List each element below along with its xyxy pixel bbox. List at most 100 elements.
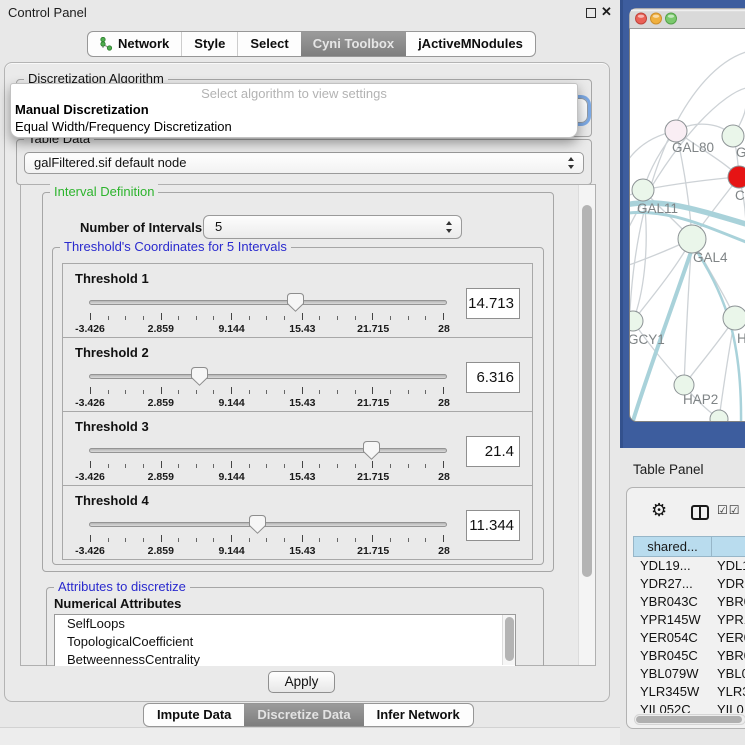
tick-mark — [302, 313, 303, 320]
node-label: GAL4 — [693, 250, 728, 265]
tick-mark — [161, 461, 162, 468]
spinner-arrows-icon — [446, 221, 453, 233]
table-row[interactable]: YLR345WYLR3 — [633, 683, 745, 701]
bottom-margin — [0, 728, 620, 745]
network-view[interactable]: GAL80GCGAL11GAL4GCY1HHAP2 — [620, 0, 745, 448]
tick-mark — [125, 316, 126, 320]
tick-label: 2.859 — [148, 545, 174, 557]
threshold-2-slider[interactable]: -3.4262.8599.14415.4321.71528 — [89, 366, 447, 410]
slider-thumb[interactable] — [191, 367, 208, 386]
tab-label: Select — [250, 32, 288, 56]
tab-network[interactable]: Network — [88, 32, 181, 56]
group-title: Attributes to discretize — [54, 579, 190, 595]
tick-mark — [408, 316, 409, 320]
gear-icon[interactable]: ⚙ — [651, 501, 667, 519]
combo-arrows-icon — [568, 157, 575, 169]
threshold-2-value-field[interactable]: 6.316 — [466, 362, 520, 393]
tick-mark — [266, 464, 267, 468]
node-label: C — [735, 188, 745, 203]
network-node-c[interactable] — [728, 166, 745, 188]
tick-mark — [319, 464, 320, 468]
threshold-3-value-field[interactable]: 21.4 — [466, 436, 520, 467]
vertical-scrollbar[interactable] — [578, 185, 595, 665]
tick-mark — [408, 538, 409, 542]
tick-mark — [425, 538, 426, 542]
table-row[interactable]: YBR045CYBR0 — [633, 647, 745, 665]
close-icon[interactable]: ✕ — [601, 4, 612, 20]
column-header-name[interactable]: n — [711, 536, 745, 557]
minimize-traffic-light[interactable] — [651, 13, 662, 24]
tick-label: 2.859 — [148, 323, 174, 335]
number-of-intervals-spinner[interactable]: 5 — [203, 215, 462, 239]
list-item[interactable]: BetweennessCentrality — [55, 651, 515, 666]
table-cell: YBR0 — [712, 593, 745, 611]
horizontal-scrollbar[interactable] — [634, 714, 745, 725]
scrollbar-thumb[interactable] — [636, 716, 742, 723]
algorithm-dropdown-popup: Select algorithm to view settings Manual… — [10, 83, 578, 138]
slider-track[interactable] — [89, 374, 447, 379]
list-scrollbar[interactable] — [502, 615, 515, 665]
slider-track[interactable] — [89, 300, 447, 305]
tick-mark — [161, 387, 162, 394]
table-row[interactable]: YDL19...YDL1 — [633, 557, 745, 575]
table-row[interactable]: YPR145WYPR1 — [633, 611, 745, 629]
columns-icon[interactable] — [691, 505, 709, 520]
tick-label: 21.715 — [357, 545, 389, 557]
scrollbar-thumb[interactable] — [505, 617, 514, 661]
list-item[interactable]: SelfLoops — [55, 615, 515, 633]
table-cell: YIL052C — [633, 701, 712, 713]
tab-jactivemnodules[interactable]: jActiveMNodules — [406, 32, 535, 56]
table-row[interactable]: YBR043CYBR0 — [633, 593, 745, 611]
tick-mark — [443, 313, 444, 320]
threshold-4-slider[interactable]: -3.4262.8599.14415.4321.71528 — [89, 514, 447, 558]
tab-style[interactable]: Style — [181, 32, 237, 56]
slider-track[interactable] — [89, 448, 447, 453]
scrollbar-thumb[interactable] — [582, 205, 592, 577]
slider-thumb[interactable] — [363, 441, 380, 460]
numerical-attributes-list[interactable]: SelfLoops TopologicalCoefficient Between… — [54, 614, 516, 666]
slider-thumb[interactable] — [287, 293, 304, 312]
table-data-combobox[interactable]: galFiltered.sif default node — [24, 152, 584, 174]
number-of-intervals-label: Number of Intervals — [80, 220, 202, 235]
slider-thumb[interactable] — [249, 515, 266, 534]
zoom-traffic-light[interactable] — [666, 13, 677, 24]
dropdown-option-manual-discretization[interactable]: Manual Discretization — [11, 101, 577, 118]
tick-mark — [302, 535, 303, 542]
tab-discretize-data[interactable]: Discretize Data — [244, 704, 363, 726]
dropdown-option-equal-width[interactable]: Equal Width/Frequency Discretization — [11, 118, 577, 135]
threshold-4-row: Threshold 4 -3.4262.8599.14415.4321.7152… — [62, 485, 533, 560]
tick-label: 2.859 — [148, 471, 174, 483]
network-node-gal80[interactable] — [665, 120, 687, 142]
tick-mark — [390, 464, 391, 468]
threshold-4-value-field[interactable]: 11.344 — [466, 510, 520, 541]
slider-track[interactable] — [89, 522, 447, 527]
tab-infer-network[interactable]: Infer Network — [364, 704, 473, 726]
tick-mark — [90, 535, 91, 542]
threshold-3-slider[interactable]: -3.4262.8599.14415.4321.71528 — [89, 440, 447, 484]
float-window-icon[interactable] — [586, 8, 596, 18]
threshold-1-slider[interactable]: -3.4262.8599.14415.4321.71528 — [89, 292, 447, 336]
network-node-gal11[interactable] — [632, 179, 654, 201]
tab-cyni-toolbox[interactable]: Cyni Toolbox — [301, 32, 406, 56]
tab-impute-data[interactable]: Impute Data — [144, 704, 244, 726]
table-row[interactable]: YER054CYER0 — [633, 629, 745, 647]
tab-label: jActiveMNodules — [418, 32, 523, 56]
tab-select[interactable]: Select — [237, 32, 300, 56]
table-row[interactable]: YBL079WYBL0 — [633, 665, 745, 683]
close-traffic-light[interactable] — [636, 13, 647, 24]
table-row[interactable]: YDR27...YDR2 — [633, 575, 745, 593]
network-node-g[interactable] — [722, 125, 744, 147]
network-node-gal4[interactable] — [678, 225, 706, 253]
list-item[interactable]: TopologicalCoefficient — [55, 633, 515, 651]
column-header-shared-name[interactable]: shared... — [633, 536, 712, 557]
apply-button[interactable]: Apply — [268, 671, 335, 693]
checkbox-icons[interactable]: ☑☑ — [717, 503, 741, 517]
table-row[interactable]: YIL052CYIL0 — [633, 701, 745, 713]
threshold-1-value-field[interactable]: 14.713 — [466, 288, 520, 319]
network-node-h[interactable] — [723, 306, 745, 330]
threshold-2-row: Threshold 2 -3.4262.8599.14415.4321.7152… — [62, 337, 533, 412]
tick-mark — [337, 316, 338, 320]
table-cell: YDL1 — [712, 557, 745, 575]
table-cell: YBR043C — [633, 593, 712, 611]
threshold-3-row: Threshold 3 -3.4262.8599.14415.4321.7152… — [62, 411, 533, 486]
